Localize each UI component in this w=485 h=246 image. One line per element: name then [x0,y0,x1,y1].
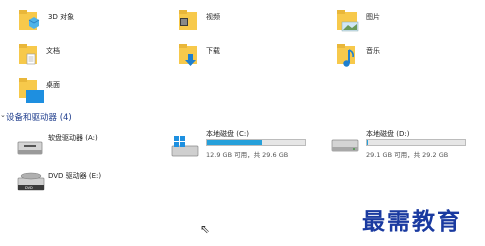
drive-label: 软盘驱动器 (A:) [48,134,98,142]
folder-label: 文档 [46,47,60,55]
folder-label: 音乐 [366,47,380,55]
windows-drive-icon [171,136,199,157]
section-title: 设备和驱动器 (4) [6,113,72,123]
folder-item-videos[interactable]: 视频 [176,6,286,36]
folder-item-downloads[interactable]: 下载 [176,40,286,70]
drive-label: DVD 驱动器 (E:) [48,172,102,180]
drive-free-space: 29.1 GB 可用，共 29.2 GB [366,151,449,159]
desktop-folder-icon [19,78,44,103]
watermark-logo: 最需教育 [362,208,462,235]
drive-usage-bar [366,139,466,146]
hard-drive-icon [331,139,359,152]
videos-folder-icon [179,10,197,30]
folder-item-music[interactable]: 音乐 [336,40,446,70]
folder-item-documents[interactable]: 文档 [16,40,126,70]
drive-free-space: 12.9 GB 可用，共 29.6 GB [206,151,289,159]
3d-objects-folder-icon [19,10,40,30]
folder-label: 图片 [366,13,380,21]
folder-item-desktop[interactable]: 桌面 [16,74,126,106]
folder-item-pictures[interactable]: 图片 [336,6,446,36]
folder-label: 下载 [206,47,220,55]
mouse-cursor-icon: ⇖ [200,222,211,236]
folder-label: 桌面 [46,81,60,89]
drive-usage-bar [206,139,306,146]
drive-label: 本地磁盘 (C:) [206,130,249,138]
folder-item-3d-objects[interactable]: 3D 对象 [16,6,126,36]
drive-item-d[interactable]: 本地磁盘 (D:) 29.1 GB 可用，共 29.2 GB [330,128,480,162]
floppy-drive-icon [17,141,43,155]
drive-usage-fill [207,140,263,145]
music-folder-icon [337,44,355,67]
pictures-folder-icon [337,10,359,32]
folder-label: 视频 [206,13,220,21]
documents-folder-icon [19,44,37,65]
chevron-down-icon: ⌄ [0,111,6,119]
svg-text:DVD: DVD [25,186,33,190]
drive-item-e[interactable]: DVD DVD 驱动器 (E:) [16,166,146,196]
dvd-drive-icon: DVD [17,172,45,191]
drive-item-c[interactable]: 本地磁盘 (C:) 12.9 GB 可用，共 29.6 GB [170,128,320,162]
drive-item-a[interactable]: 软盘驱动器 (A:) [16,128,146,162]
devices-section-header[interactable]: ⌄ 设备和驱动器 (4) [0,110,200,124]
downloads-folder-icon [179,44,197,66]
folder-label: 3D 对象 [48,13,75,21]
drive-label: 本地磁盘 (D:) [366,130,410,138]
